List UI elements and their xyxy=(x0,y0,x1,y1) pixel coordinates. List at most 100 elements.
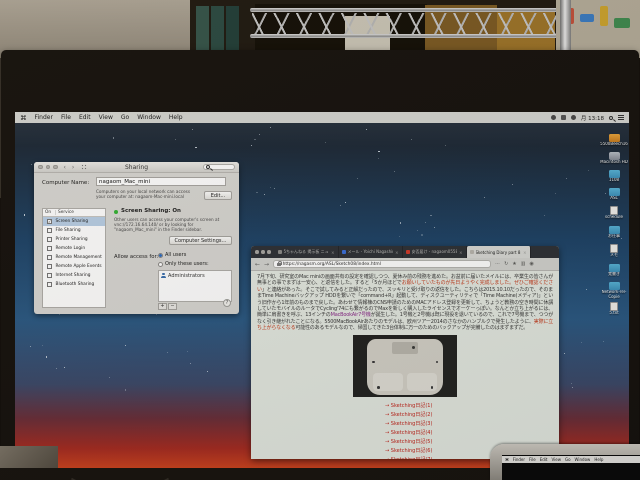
menu-go[interactable]: Go xyxy=(565,457,571,462)
diary-paragraph: 7月下旬、研究室のMac miniの画面共有の設定を確認しつつ、夏休み前の残務を… xyxy=(257,274,553,332)
search-icon xyxy=(206,165,210,169)
url-bar[interactable]: https://nagasm.org/ASL/Sketch08/index.ht… xyxy=(273,259,492,269)
service-remote-apple-events[interactable]: Remote Apple Events xyxy=(43,262,105,271)
menu-view[interactable]: View xyxy=(99,114,113,121)
zoom-button[interactable] xyxy=(267,250,271,254)
bookmark-star-icon[interactable]: ★ xyxy=(512,261,516,267)
service-bluetooth-sharing[interactable]: Bluetooth Sharing xyxy=(43,280,105,289)
menu-edit[interactable]: Edit xyxy=(79,114,91,121)
radio-selected-icon[interactable] xyxy=(158,252,163,258)
checkbox[interactable] xyxy=(47,255,52,260)
tab-anpi[interactable]: 安否届け - nagaom0558@y... × xyxy=(403,246,467,258)
menu-edit[interactable]: Edit xyxy=(540,457,548,462)
reload-icon[interactable]: ↻ xyxy=(504,261,508,267)
star xyxy=(434,226,436,228)
spotlight-icon[interactable] xyxy=(609,115,613,120)
desktop-icon-5txt[interactable]: 5.txt xyxy=(597,302,629,316)
tab-close-icon[interactable]: × xyxy=(331,250,334,255)
checkbox[interactable] xyxy=(47,237,52,242)
screw xyxy=(435,360,438,364)
bluetooth-icon[interactable] xyxy=(550,115,556,120)
desktop-icon-network-rel[interactable]: Network-rel-Copie xyxy=(597,282,629,299)
link-sketching-2[interactable]: → Sketching日記(2) xyxy=(385,411,553,420)
pocket-icon[interactable]: ⋯ xyxy=(495,261,500,267)
edit-button[interactable]: Edit... xyxy=(204,191,232,200)
checkbox[interactable] xyxy=(47,273,52,278)
desktop-icon-memo[interactable]: メモ xyxy=(597,244,629,258)
volume-icon[interactable] xyxy=(570,115,576,120)
notification-center-icon[interactable] xyxy=(618,115,624,120)
menu-finder[interactable]: Finder xyxy=(513,457,525,462)
desktop-icon-asl[interactable]: ASL xyxy=(597,188,629,201)
menu-help[interactable]: Help xyxy=(169,114,183,121)
star xyxy=(339,205,341,207)
menu-window[interactable]: Window xyxy=(575,457,591,462)
device-photo xyxy=(353,334,457,397)
document-icon xyxy=(610,244,618,253)
checkbox[interactable] xyxy=(47,246,52,251)
star xyxy=(269,126,271,128)
checkbox[interactable] xyxy=(47,282,52,287)
service-file-sharing[interactable]: File Sharing xyxy=(43,226,105,235)
star xyxy=(621,238,623,240)
binder xyxy=(211,6,224,50)
link-sketching-3[interactable]: → Sketching日記(3) xyxy=(385,420,553,429)
desktop-icon-oboegaki[interactable]: 覚書き xyxy=(597,264,629,277)
checkbox[interactable] xyxy=(47,264,52,269)
account-icon[interactable]: ◉ xyxy=(529,261,533,267)
radio-icon[interactable] xyxy=(158,261,163,267)
menu-help[interactable]: Help xyxy=(594,457,603,462)
forward-icon[interactable]: → xyxy=(264,261,269,268)
tab-mail[interactable]: メール - Yoichi Nagashima × xyxy=(339,246,403,258)
mac-desktop-screen: ⌘ Finder File Edit View Go Window Help 月… xyxy=(15,112,629,480)
tab-close-icon[interactable]: × xyxy=(395,250,398,255)
star xyxy=(254,138,256,141)
desktop-icon-oshigoto[interactable]: お仕事 xyxy=(597,226,629,239)
tab-close-icon[interactable]: × xyxy=(523,250,526,255)
service-printer-sharing[interactable]: Printer Sharing xyxy=(43,235,105,244)
sharing-titlebar[interactable]: ‹ › Sharing xyxy=(34,162,239,173)
menu-finder[interactable]: Finder xyxy=(35,114,53,121)
desktop-icon-1108[interactable]: 1108 xyxy=(597,170,629,183)
link-sketching-4[interactable]: → Sketching日記(4) xyxy=(385,429,553,438)
minimize-button[interactable] xyxy=(261,250,265,254)
menu-window[interactable]: Window xyxy=(137,114,161,121)
checkbox-checked[interactable]: ✓ xyxy=(47,219,52,224)
close-button[interactable] xyxy=(255,250,259,254)
library-icon[interactable]: ▥ xyxy=(521,261,526,267)
back-icon[interactable]: ← xyxy=(255,261,260,268)
list-item-administrators[interactable]: Administrators xyxy=(159,271,231,280)
tab-5ch-news[interactable]: 5ちゃんねる 掲示板 ニュースヘッド × xyxy=(275,246,339,258)
computer-name-caption: Computers on your local network can acce… xyxy=(96,189,191,199)
remove-user-button[interactable]: − xyxy=(168,303,177,310)
desktop-icon-5500beech16[interactable]: 5500Beech16 xyxy=(597,134,629,147)
computer-settings-button[interactable]: Computer Settings… xyxy=(169,236,232,245)
menu-go[interactable]: Go xyxy=(121,114,129,121)
computer-name-field[interactable]: nagaom_Mac_mini xyxy=(96,177,226,186)
service-screen-sharing[interactable]: ✓ Screen Sharing xyxy=(43,217,105,226)
radio-all-users[interactable]: All users xyxy=(158,252,186,258)
menu-bar-clock[interactable]: 月 13:18 xyxy=(581,114,604,122)
star xyxy=(445,144,447,146)
menu-file[interactable]: File xyxy=(529,457,536,462)
star xyxy=(42,344,44,346)
menu-view[interactable]: View xyxy=(551,457,561,462)
service-remote-login[interactable]: Remote Login xyxy=(43,244,105,253)
column-on: On xyxy=(43,210,56,215)
apple-menu-icon[interactable]: ⌘ xyxy=(20,114,27,122)
menu-file[interactable]: File xyxy=(61,114,71,121)
apple-menu-icon[interactable]: ⌘ xyxy=(505,457,509,462)
desktop-icon-schedule[interactable]: schedule xyxy=(597,206,629,220)
radio-only-these-users[interactable]: Only these users: xyxy=(158,261,209,267)
link-sketching-1[interactable]: → Sketching日記(1) xyxy=(385,402,553,411)
tab-close-icon[interactable]: × xyxy=(459,250,462,255)
help-button[interactable]: ? xyxy=(223,299,231,307)
add-user-button[interactable]: + xyxy=(158,303,167,310)
desktop-icon-macintosh-hd[interactable]: Macintosh HD xyxy=(597,152,629,165)
service-internet-sharing[interactable]: Internet Sharing xyxy=(43,271,105,280)
service-remote-management[interactable]: Remote Management xyxy=(43,253,105,262)
sharing-window: ‹ › Sharing Computer Name: nagaom_Mac_mi… xyxy=(34,162,239,314)
input-source-icon[interactable] xyxy=(560,115,566,120)
checkbox[interactable] xyxy=(47,228,52,233)
tab-sketching-diary[interactable]: Sketching Diary part 8 × xyxy=(466,246,531,258)
